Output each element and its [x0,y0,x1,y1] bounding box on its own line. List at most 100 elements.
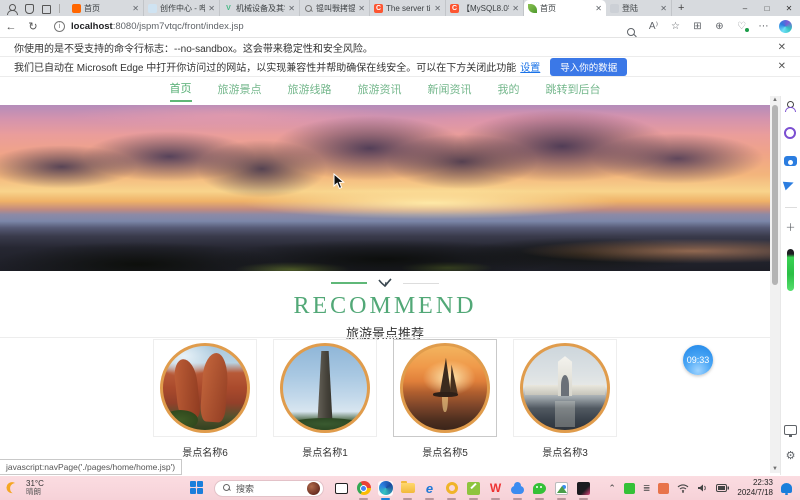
search-label: 搜索 [236,482,254,495]
read-aloud-icon[interactable]: A⁾ [647,21,660,32]
scroll-up-icon[interactable]: ▲ [770,97,780,103]
tab-strip: 首页 ✕ 创作中心 - 哔哩 ✕ V 机械设备及其零 ✕ 锟叫斅拷锟厅拷 ✕ C… [0,0,800,16]
split-screen-icon[interactable]: ⊞ [691,21,704,32]
browser-essentials-icon[interactable]: ♡ [735,21,748,32]
maximize-button[interactable]: □ [756,0,778,16]
settings-link[interactable]: 设置 [520,59,540,74]
tab-close-icon[interactable]: ✕ [434,4,441,13]
chrome-icon[interactable] [356,481,371,496]
clock-time: 22:33 [737,478,773,488]
browser-tab[interactable]: C The server time ✕ [370,0,446,16]
favorites-star-icon[interactable]: ☆ [669,21,682,32]
scrollbar-thumb[interactable] [772,105,778,285]
nav-item-routes[interactable]: 旅游线路 [288,81,332,101]
screenshot-tool-icon[interactable] [784,425,797,435]
spot-card[interactable]: 景点名称1 [273,339,377,459]
nav-item-travel-info[interactable]: 旅游资讯 [358,81,402,101]
spot-photo[interactable] [160,343,250,433]
edge-icon[interactable] [378,481,393,496]
spot-photo[interactable] [520,343,610,433]
spot-photo[interactable] [280,343,370,433]
close-icon[interactable]: ✕ [778,61,786,72]
import-data-button[interactable]: 导入你的数据 [550,58,627,76]
tabstrip-left-controls [0,3,68,14]
browser-tab[interactable]: 创作中心 - 哔哩 ✕ [144,0,220,16]
sandbox-warning-text: 你使用的是不受支持的命令行标志：--no-sandbox。这会带来稳定性和安全风… [14,40,373,55]
sidebar-settings-gear-icon[interactable]: ⚙ [786,449,796,462]
spot-card[interactable]: 景点名称5 [393,339,497,459]
weather-widget[interactable]: 31°C 晴朗 [0,479,190,497]
photos-icon[interactable] [554,481,569,496]
address-bar[interactable]: localhost:8080/jspm7vtqc/front/index.jsp [71,21,244,32]
tab-close-icon[interactable]: ✕ [512,4,519,13]
taskbar-clock[interactable]: 22:33 2024/7/18 [737,478,773,497]
workspaces-icon[interactable] [23,3,34,14]
nav-item-scenic-spots[interactable]: 旅游景点 [218,81,262,101]
scroll-down-icon[interactable]: ▼ [770,466,780,472]
nav-item-news[interactable]: 新闻资讯 [428,81,472,101]
clock-date: 2024/7/18 [737,488,773,498]
tray-list-icon[interactable]: ≣ [643,483,651,494]
tab-close-icon[interactable]: ✕ [595,4,602,13]
refresh-icon[interactable]: ↻ [22,20,44,33]
tab-close-icon[interactable]: ✕ [208,4,215,13]
task-view-icon[interactable] [334,481,349,496]
hero-banner-image[interactable] [0,105,770,271]
spot-card[interactable]: 景点名称3 [513,339,617,459]
file-explorer-icon[interactable] [400,481,415,496]
new-tab-button[interactable]: + [672,2,690,14]
sidebar-drop-icon[interactable] [783,179,795,191]
ie-browser-icon[interactable]: e [422,481,437,496]
copilot-icon[interactable] [779,20,792,33]
sidebar-people-icon[interactable] [784,100,797,113]
sidebar-add-icon[interactable]: ＋ [784,222,797,235]
browser-tab[interactable]: C 【MySQL8.0锟斤 ✕ [446,0,524,16]
spot-photo[interactable] [400,343,490,433]
status-bar-link-preview: javascript:navPage('./pages/home/home.js… [0,459,182,475]
tab-close-icon[interactable]: ✕ [660,4,667,13]
minimize-button[interactable]: – [734,0,756,16]
browser-tab[interactable]: V 机械设备及其零 ✕ [220,0,300,16]
tab-actions-icon[interactable] [40,3,51,14]
spot-card[interactable]: 景点名称6 [153,339,257,459]
url-host: localhost [71,21,113,32]
tab-close-icon[interactable]: ✕ [132,4,139,13]
tray-green-icon[interactable] [624,483,635,494]
floating-timer-badge[interactable]: 09:33 [683,345,713,375]
page-favicon-icon [610,4,619,13]
wechat-icon[interactable] [532,481,547,496]
ide-icon[interactable] [576,481,591,496]
browser-tab-active[interactable]: 首页 ✕ [524,0,606,16]
import-notice-text: 我们已自动在 Microsoft Edge 中打开你访问过的网站，以实现兼容性并… [14,59,516,74]
nav-item-home[interactable]: 首页 [170,80,192,102]
nav-item-admin[interactable]: 跳转到后台 [546,81,601,101]
wifi-icon[interactable] [677,483,689,493]
browser-tab[interactable]: 登陆 ✕ [606,0,672,16]
hidden-icons-chevron-icon[interactable]: ⌃ [608,483,616,494]
taskbar-search-box[interactable]: 搜索 [214,480,324,497]
notepad-plus-icon[interactable] [466,481,481,496]
back-icon[interactable]: ← [0,21,22,33]
site-info-icon[interactable]: i [54,21,65,32]
settings-menu-icon[interactable]: ⋯ [757,21,770,32]
tray-orange-icon[interactable] [658,483,669,494]
cloud-drive-icon[interactable] [510,481,525,496]
collections-icon[interactable]: ⊕ [713,21,726,32]
wps-icon[interactable]: W [488,481,503,496]
nav-item-mine[interactable]: 我的 [498,81,520,101]
notification-bell-icon[interactable] [781,483,792,493]
start-button[interactable] [190,481,204,495]
battery-icon[interactable] [716,484,729,492]
close-icon[interactable]: ✕ [778,42,786,53]
tab-close-icon[interactable]: ✕ [358,4,365,13]
tab-close-icon[interactable]: ✕ [288,4,295,13]
sidebar-m365-icon[interactable] [784,127,796,139]
profile-avatar-icon[interactable] [6,3,17,14]
yellow-app-icon[interactable] [444,481,459,496]
close-button[interactable]: ✕ [778,0,800,16]
browser-tab[interactable]: 首页 ✕ [68,0,144,16]
page-scrollbar[interactable]: ▲ ▼ [770,96,780,473]
browser-tab[interactable]: 锟叫斅拷锟厅拷 ✕ [300,0,370,16]
volume-icon[interactable] [697,483,708,493]
sidebar-image-creator-icon[interactable] [784,156,797,166]
